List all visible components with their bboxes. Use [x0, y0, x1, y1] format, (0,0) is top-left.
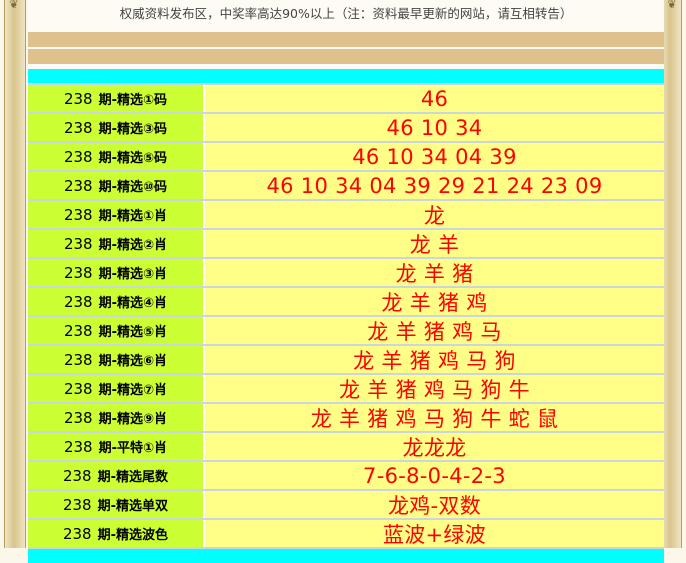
cyan-divider-top: [28, 69, 664, 83]
table-row: 238 期-精选单双 龙鸡-双数: [28, 491, 664, 518]
row-label: 238 期-精选⑥肖: [28, 346, 205, 373]
row-label: 238 期-精选①码: [28, 85, 205, 112]
row-label: 238 期-精选③肖: [28, 259, 205, 286]
row-label: 238 期-精选⑨肖: [28, 404, 205, 431]
issue-number: 238: [63, 292, 93, 311]
issue-number: 238: [63, 263, 93, 282]
table-row: 238 期-精选①码 46: [28, 85, 664, 112]
table-row: 238 期-精选⑤肖 龙 羊 猪 鸡 马: [28, 317, 664, 344]
row-label: 238 期-平特①肖: [28, 433, 205, 460]
main-content: 权威资料发布区，中奖率高达90%以上（注：资料最早更新的网站，请互相转告） 23…: [28, 0, 664, 563]
table-row: 238 期-精选波色 蓝波+绿波: [28, 520, 664, 547]
corner-ornament-right: ❦: [667, 0, 677, 11]
row-label: 238 期-精选②肖: [28, 230, 205, 257]
row-label: 238 期-精选⑦肖: [28, 375, 205, 402]
category-label: 期-精选⑤码: [98, 151, 168, 166]
issue-number: 238: [62, 466, 92, 485]
issue-number: 238: [63, 234, 93, 253]
issue-number: 238: [63, 321, 93, 340]
category-label: 期-精选④肖: [98, 296, 168, 311]
row-label: 238 期-精选⑩码: [28, 172, 205, 199]
table-row: 238 期-精选⑦肖 龙 羊 猪 鸡 马 狗 牛: [28, 375, 664, 402]
row-label: 238 期-精选单双: [28, 491, 205, 518]
prediction-value: 7-6-8-0-4-2-3: [205, 462, 664, 489]
table-row: 238 期-平特①肖 龙龙龙: [28, 433, 664, 460]
issue-number: 238: [63, 147, 93, 166]
notice-text: 权威资料发布区，中奖率高达90%以上（注：资料最早更新的网站，请互相转告）: [119, 6, 573, 21]
category-label: 期-精选⑤肖: [98, 325, 168, 340]
category-label: 期-平特①肖: [98, 441, 168, 456]
table-row: 238 期-精选③肖 龙 羊 猪: [28, 259, 664, 286]
issue-number: 238: [63, 437, 93, 456]
issue-number: 238: [62, 524, 92, 543]
prediction-value: 龙 羊 猪 鸡 马: [205, 317, 664, 344]
row-label: 238 期-精选④肖: [28, 288, 205, 315]
row-label: 238 期-精选③码: [28, 114, 205, 141]
category-label: 期-精选③肖: [98, 267, 168, 282]
category-label: 期-精选③码: [98, 122, 168, 137]
cyan-divider-bottom: [28, 549, 664, 563]
issue-number: 238: [63, 205, 93, 224]
header-bar-1: [28, 32, 664, 47]
row-label: 238 期-精选⑤码: [28, 143, 205, 170]
prediction-table: 238 期-精选①码 46 238 期-精选③码 46 10 34 238 期-精选⑤…: [28, 83, 664, 549]
issue-number: 238: [63, 118, 93, 137]
corner-ornament-left: ❦: [9, 0, 19, 11]
issue-number: 238: [63, 379, 93, 398]
category-label: 期-精选⑨肖: [98, 412, 168, 427]
category-label: 期-精选单双: [97, 499, 169, 514]
prediction-value: 龙 羊 猪: [205, 259, 664, 286]
prediction-value: 龙 羊 猪 鸡 马 狗: [205, 346, 664, 373]
table-row: 238 期-精选①肖 龙: [28, 201, 664, 228]
row-label: 238 期-精选⑤肖: [28, 317, 205, 344]
category-label: 期-精选①肖: [98, 209, 168, 224]
issue-number: 238: [63, 89, 93, 108]
table-row: 238 期-精选⑩码 46 10 34 04 39 29 21 24 23 09: [28, 172, 664, 199]
table-row: 238 期-精选③码 46 10 34: [28, 114, 664, 141]
issue-number: 238: [62, 495, 92, 514]
category-label: 期-精选⑥肖: [98, 354, 168, 369]
prediction-value: 龙 羊 猪 鸡: [205, 288, 664, 315]
issue-number: 238: [63, 408, 93, 427]
table-row: 238 期-精选⑥肖 龙 羊 猪 鸡 马 狗: [28, 346, 664, 373]
prediction-value: 龙鸡-双数: [205, 491, 664, 518]
table-row: 238 期-精选②肖 龙 羊: [28, 230, 664, 257]
row-label: 238 期-精选波色: [28, 520, 205, 547]
header-bar-2: [28, 49, 664, 64]
issue-number: 238: [63, 350, 93, 369]
category-label: 期-精选波色: [97, 528, 169, 543]
category-label: 期-精选⑩码: [98, 180, 168, 195]
table-row: 238 期-精选④肖 龙 羊 猪 鸡: [28, 288, 664, 315]
category-label: 期-精选②肖: [98, 238, 168, 253]
table-row: 238 期-精选尾数 7-6-8-0-4-2-3: [28, 462, 664, 489]
row-label: 238 期-精选尾数: [28, 462, 205, 489]
table-row: 238 期-精选⑤码 46 10 34 04 39: [28, 143, 664, 170]
table-row: 238 期-精选⑨肖 龙 羊 猪 鸡 马 狗 牛 蛇 鼠: [28, 404, 664, 431]
prediction-value: 龙 羊 猪 鸡 马 狗 牛 蛇 鼠: [205, 404, 664, 431]
prediction-value: 蓝波+绿波: [205, 520, 664, 547]
prediction-value: 龙 羊 猪 鸡 马 狗 牛: [205, 375, 664, 402]
category-label: 期-精选①码: [98, 93, 168, 108]
prediction-value: 龙: [205, 201, 664, 228]
prediction-value: 龙龙龙: [205, 433, 664, 460]
category-label: 期-精选尾数: [97, 470, 169, 485]
prediction-value: 46 10 34 04 39 29 21 24 23 09: [205, 172, 664, 199]
prediction-value: 46: [205, 85, 664, 112]
prediction-value: 46 10 34: [205, 114, 664, 141]
left-frame-border: [4, 0, 26, 548]
prediction-value: 46 10 34 04 39: [205, 143, 664, 170]
row-label: 238 期-精选①肖: [28, 201, 205, 228]
prediction-value: 龙 羊: [205, 230, 664, 257]
issue-number: 238: [63, 176, 93, 195]
category-label: 期-精选⑦肖: [98, 383, 168, 398]
